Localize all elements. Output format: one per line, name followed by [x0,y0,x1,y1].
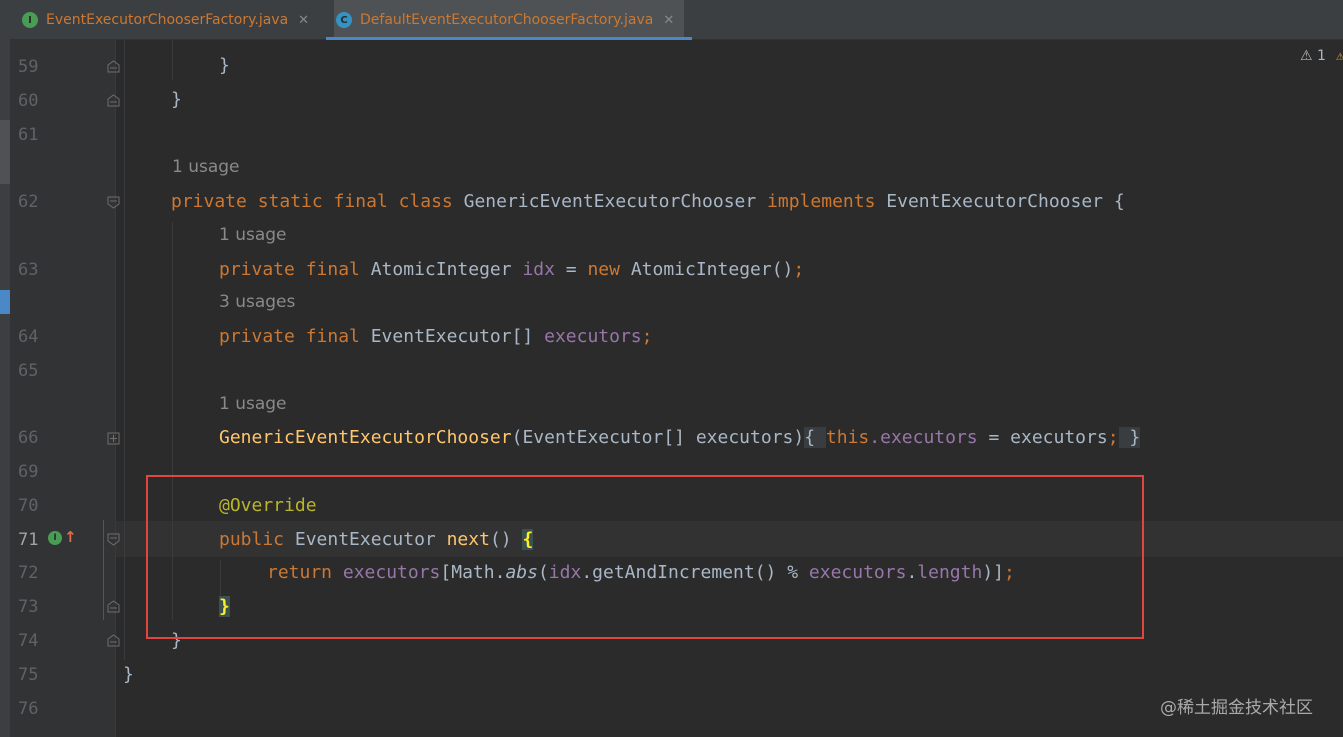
tab-label: DefaultEventExecutorChooserFactory.java [360,12,654,28]
line-number: 75 [18,665,39,685]
usage-hint[interactable]: 1 usage [219,394,287,414]
tab-default-event-executor-chooser-factory[interactable]: C DefaultEventExecutorChooserFactory.jav… [334,0,685,40]
line-number: 65 [18,361,39,381]
usage-hint[interactable]: 1 usage [172,157,240,177]
fold-expand-icon[interactable] [106,431,121,446]
line-number: 70 [18,496,39,516]
line-number: 60 [18,91,39,111]
line-number-current: 71 [18,530,39,550]
highlight-box [146,475,1144,639]
warning-count: 1 [1317,48,1326,64]
warning-icon: ⚠ [1300,48,1313,64]
code-line-75[interactable]: } [123,664,134,686]
code-line-63[interactable]: private final AtomicInteger idx = new At… [219,259,804,281]
code-line-59[interactable]: } [219,55,230,77]
active-tab-indicator [326,37,692,40]
tab-label: EventExecutorChooserFactory.java [46,12,289,28]
line-number: 62 [18,192,39,212]
active-tool-marker [0,290,10,314]
left-tool-strip [0,0,10,737]
fold-start-icon[interactable] [106,532,121,547]
line-number: 66 [18,428,39,448]
editor-tab-bar: I EventExecutorChooserFactory.java ✕ C D… [10,0,1343,40]
code-line-62[interactable]: private static final class GenericEventE… [171,191,1125,213]
usage-hint[interactable]: 3 usages [219,292,295,312]
line-number: 59 [18,57,39,77]
tab-event-executor-chooser-factory[interactable]: I EventExecutorChooserFactory.java ✕ [22,0,309,40]
indent-guide [124,40,125,660]
fold-end-icon[interactable] [106,599,121,614]
warning-icon[interactable]: ⚠ [1336,48,1343,64]
interface-icon: I [22,12,38,28]
line-number: 61 [18,125,39,145]
override-arrow-icon[interactable]: ↑ [64,528,77,546]
close-icon[interactable]: ✕ [298,13,309,28]
fold-end-icon[interactable] [106,633,121,648]
class-icon: C [336,12,352,28]
watermark: @稀土掘金技术社区 [1160,698,1313,718]
line-number: 72 [18,563,39,583]
indent-guide [172,40,173,80]
usage-hint[interactable]: 1 usage [219,225,287,245]
scroll-marker [0,120,10,184]
line-number: 64 [18,327,39,347]
fold-end-icon[interactable] [106,93,121,108]
line-number: 76 [18,699,39,719]
code-line-64[interactable]: private final EventExecutor[] executors; [219,326,653,348]
fold-start-icon[interactable] [106,195,121,210]
code-line-60[interactable]: } [171,89,182,111]
inspection-widget[interactable]: ⚠ 1 [1300,48,1326,64]
fold-end-icon[interactable] [106,59,121,74]
close-icon[interactable]: ✕ [663,13,674,28]
implements-method-icon[interactable]: I [48,531,62,545]
line-number: 69 [18,462,39,482]
fold-range-line [103,520,104,620]
line-number: 63 [18,260,39,280]
line-number: 73 [18,597,39,617]
code-line-66[interactable]: GenericEventExecutorChooser(EventExecuto… [219,427,1141,449]
line-number: 74 [18,631,39,651]
